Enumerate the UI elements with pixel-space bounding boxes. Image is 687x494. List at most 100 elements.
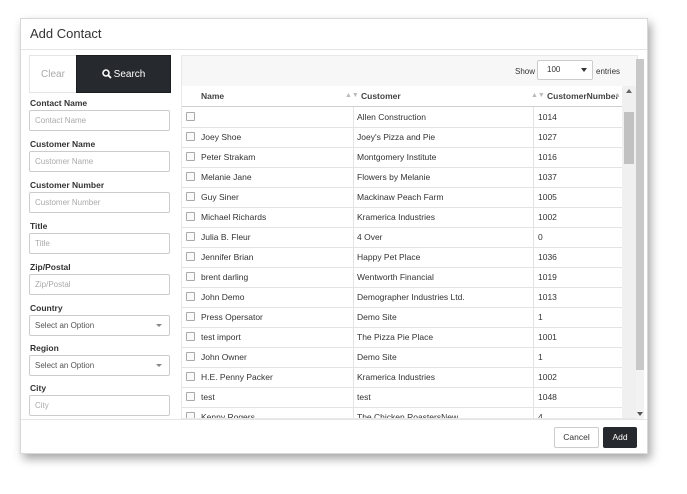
column-header-name[interactable]: Name [201, 86, 224, 106]
cell-customer: 4 Over [357, 232, 383, 242]
table-row[interactable]: Kenny Rogers The Chicken RoastersNew 4 [182, 407, 622, 419]
zip-input[interactable]: Zip/Postal [29, 274, 170, 295]
zip-label: Zip/Postal [30, 262, 71, 272]
column-divider [353, 127, 354, 147]
search-button-label: Search [113, 69, 146, 80]
table-row[interactable]: Michael Richards Kramerica Industries 1002 [182, 207, 622, 228]
row-checkbox[interactable] [186, 152, 195, 161]
clear-button[interactable]: Clear [29, 55, 76, 93]
country-label: Country [30, 303, 63, 313]
row-checkbox[interactable] [186, 192, 195, 201]
title-label: Title [30, 221, 48, 231]
column-divider [533, 187, 534, 207]
cell-name: Kenny Rogers [201, 412, 255, 419]
region-label: Region [30, 343, 59, 353]
table-row[interactable]: Joey Shoe Joey's Pizza and Pie 1027 [182, 127, 622, 148]
row-checkbox[interactable] [186, 272, 195, 281]
row-checkbox[interactable] [186, 232, 195, 241]
table-header: Name ▲▼ Customer ▲▼ CustomerNumber ▲▼ [182, 86, 628, 107]
row-checkbox[interactable] [186, 372, 195, 381]
column-divider [353, 107, 354, 127]
row-checkbox[interactable] [186, 132, 195, 141]
add-button[interactable]: Add [603, 427, 637, 448]
cell-customer: Kramerica Industries [357, 212, 435, 222]
column-divider [533, 107, 534, 127]
region-select[interactable]: Select an Option [29, 355, 170, 376]
customer-name-label: Customer Name [30, 139, 96, 149]
row-checkbox[interactable] [186, 312, 195, 321]
cell-name: Jennifer Brian [201, 252, 254, 262]
column-header-customer[interactable]: Customer [361, 86, 401, 106]
column-divider [353, 207, 354, 227]
table-scrollbar-thumb[interactable] [624, 112, 634, 164]
column-divider [533, 227, 534, 247]
table-row[interactable]: Press Opersator Demo Site 1 [182, 307, 622, 328]
cell-customer: Demographer Industries Ltd. [357, 292, 465, 302]
column-divider [353, 287, 354, 307]
cell-customer-number: 1001 [538, 332, 557, 342]
column-divider [533, 127, 534, 147]
row-checkbox[interactable] [186, 112, 195, 121]
table-row[interactable]: John Owner Demo Site 1 [182, 347, 622, 368]
table-row[interactable]: H.E. Penny Packer Kramerica Industries 100… [182, 367, 622, 388]
customer-number-label: Customer Number [30, 180, 105, 190]
filter-button-row: Clear Search [29, 55, 172, 93]
row-checkbox[interactable] [186, 292, 195, 301]
cell-customer: Joey's Pizza and Pie [357, 132, 436, 142]
cell-name: Joey Shoe [201, 132, 242, 142]
cancel-button[interactable]: Cancel [554, 427, 599, 448]
column-divider [353, 307, 354, 327]
country-select[interactable]: Select an Option [29, 315, 170, 336]
column-divider [533, 287, 534, 307]
city-input[interactable]: City [29, 395, 170, 416]
scroll-down-arrow-icon[interactable] [637, 412, 643, 416]
table-row[interactable]: Jennifer Brian Happy Pet Place 1036 [182, 247, 622, 268]
cell-customer: Happy Pet Place [357, 252, 421, 262]
column-divider [533, 307, 534, 327]
search-button[interactable]: Search [76, 55, 171, 93]
table-row[interactable]: test test 1048 [182, 387, 622, 408]
row-checkbox[interactable] [186, 392, 195, 401]
column-divider [353, 367, 354, 387]
customer-number-input[interactable]: Customer Number [29, 192, 170, 213]
contact-name-input[interactable]: Contact Name [29, 110, 170, 131]
row-checkbox[interactable] [186, 412, 195, 418]
customer-name-input[interactable]: Customer Name [29, 151, 170, 172]
table-row[interactable]: Julia B. Fleur 4 Over 0 [182, 227, 622, 248]
column-divider [353, 247, 354, 267]
row-checkbox[interactable] [186, 252, 195, 261]
scroll-up-arrow-icon[interactable] [626, 89, 632, 93]
column-divider [353, 187, 354, 207]
results-table: Name ▲▼ Customer ▲▼ CustomerNumber ▲▼ Al… [182, 86, 637, 419]
entries-select[interactable]: 100 [537, 60, 593, 80]
table-row[interactable]: test import The Pizza Pie Place 1001 [182, 327, 622, 348]
cell-name: John Owner [201, 352, 247, 362]
entries-select-value: 100 [547, 65, 561, 74]
show-label: Show [515, 67, 536, 76]
column-header-customer-number[interactable]: CustomerNumber [547, 86, 619, 106]
modal-scrollbar-thumb[interactable] [636, 59, 644, 370]
sort-icon[interactable]: ▲▼ [345, 86, 359, 106]
row-checkbox[interactable] [186, 332, 195, 341]
row-checkbox[interactable] [186, 172, 195, 181]
table-row[interactable]: Allen Construction 1014 [182, 107, 622, 128]
table-row[interactable]: Peter Strakam Montgomery Institute 1016 [182, 147, 622, 168]
cell-customer-number: 1014 [538, 112, 557, 122]
table-scrollbar[interactable] [622, 86, 637, 418]
modal-scrollbar[interactable] [636, 59, 644, 419]
table-row[interactable]: Melanie Jane Flowers by Melanie 1037 [182, 167, 622, 188]
row-checkbox[interactable] [186, 212, 195, 221]
table-row[interactable]: John Demo Demographer Industries Ltd. 1013 [182, 287, 622, 308]
title-input[interactable]: Title [29, 233, 170, 254]
row-checkbox[interactable] [186, 352, 195, 361]
chevron-down-icon [156, 324, 162, 327]
cell-customer: The Pizza Pie Place [357, 332, 434, 342]
cell-name: Peter Strakam [201, 152, 256, 162]
table-row[interactable]: brent darling Wentworth Financial 1019 [182, 267, 622, 288]
cell-name: Michael Richards [201, 212, 267, 222]
sort-icon[interactable]: ▲▼ [531, 86, 545, 106]
cell-customer: Montgomery Institute [357, 152, 437, 162]
cell-customer: Demo Site [357, 312, 397, 322]
column-divider [533, 247, 534, 267]
table-row[interactable]: Guy Siner Mackinaw Peach Farm 1005 [182, 187, 622, 208]
